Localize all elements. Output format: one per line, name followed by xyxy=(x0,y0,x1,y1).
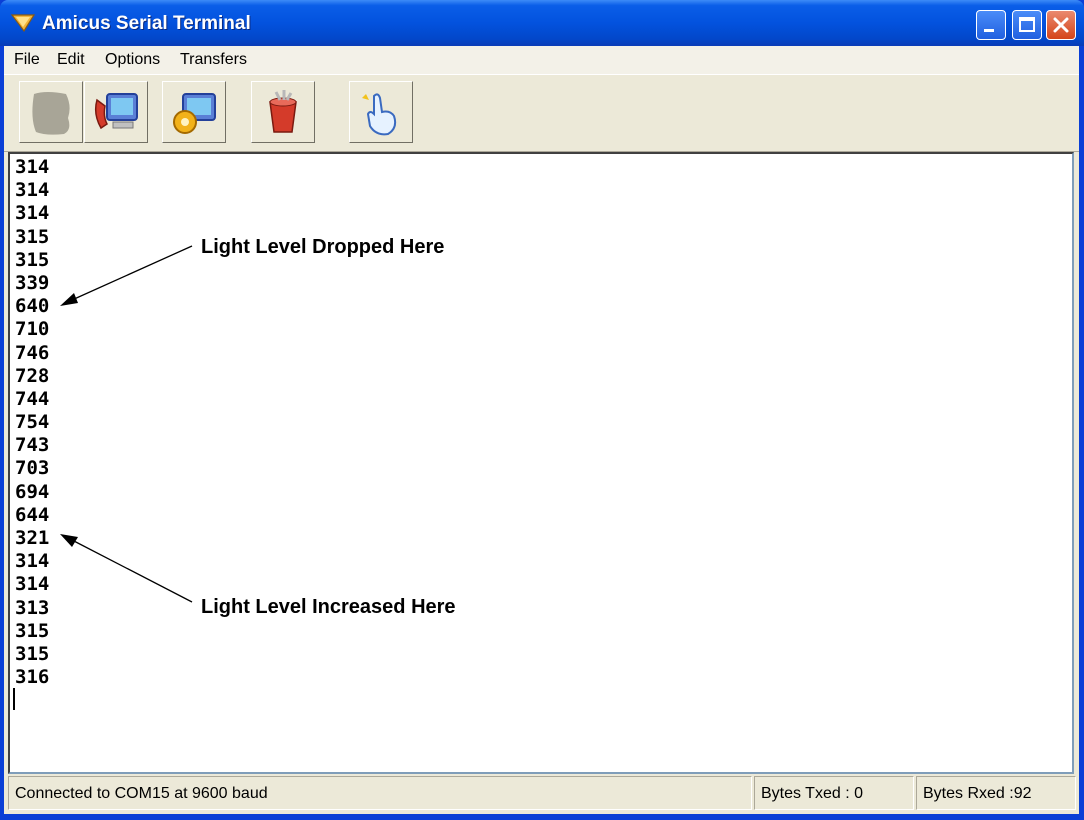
settings-button[interactable] xyxy=(162,81,226,143)
clear-button[interactable] xyxy=(251,81,315,143)
menu-options[interactable]: Options xyxy=(105,51,160,69)
status-connection-panel: Connected to COM15 at 9600 baud xyxy=(8,776,752,810)
annotation-dropped: Light Level Dropped Here xyxy=(201,236,445,258)
status-bar: Connected to COM15 at 9600 baud Bytes Tx… xyxy=(8,776,1076,810)
status-rxed-panel: Bytes Rxed :92 xyxy=(916,776,1076,810)
status-txed-panel: Bytes Txed : 0 xyxy=(754,776,914,810)
disconnect-icon xyxy=(32,92,70,135)
annotation-arrows xyxy=(60,245,193,603)
close-icon xyxy=(1053,17,1069,33)
minimize-icon xyxy=(984,29,994,32)
window-title: Amicus Serial Terminal xyxy=(42,13,251,34)
title-bar[interactable]: Amicus Serial Terminal xyxy=(0,0,1084,46)
status-connection: Connected to COM15 at 9600 baud xyxy=(15,785,268,802)
menu-transfers[interactable]: Transfers xyxy=(180,51,247,69)
app-window: Amicus Serial Terminal File Edit Options… xyxy=(0,0,1084,820)
minimize-button[interactable] xyxy=(976,10,1006,40)
menu-bar: File Edit Options Transfers xyxy=(4,46,1079,74)
connect-phone-icon xyxy=(94,93,138,130)
pointer-button[interactable] xyxy=(349,81,413,143)
maximize-button[interactable] xyxy=(1012,10,1042,40)
hand-pointer-icon xyxy=(362,93,397,136)
menu-file[interactable]: File xyxy=(14,51,40,69)
arrow-increased xyxy=(60,534,193,603)
status-bytes-rxed: Bytes Rxed :92 xyxy=(923,785,1032,802)
app-logo-icon xyxy=(10,14,36,33)
menu-edit[interactable]: Edit xyxy=(57,51,85,69)
disconnect-button[interactable] xyxy=(19,81,83,143)
status-bytes-txed: Bytes Txed : 0 xyxy=(761,785,863,802)
clear-bucket-icon xyxy=(269,90,297,133)
close-button[interactable] xyxy=(1046,10,1076,40)
annotation-increased: Light Level Increased Here xyxy=(201,596,456,618)
settings-gear-icon xyxy=(173,93,216,134)
terminal-output[interactable]: 314 314 314 315 315 339 640 710 746 728 744 754 743 7… xyxy=(8,152,1074,774)
maximize-icon xyxy=(1019,17,1035,32)
connect-button[interactable] xyxy=(84,81,148,143)
toolbar xyxy=(4,74,1079,152)
arrow-dropped xyxy=(60,245,193,306)
client-area: File Edit Options Transfers 314 314 314 … xyxy=(4,46,1079,814)
